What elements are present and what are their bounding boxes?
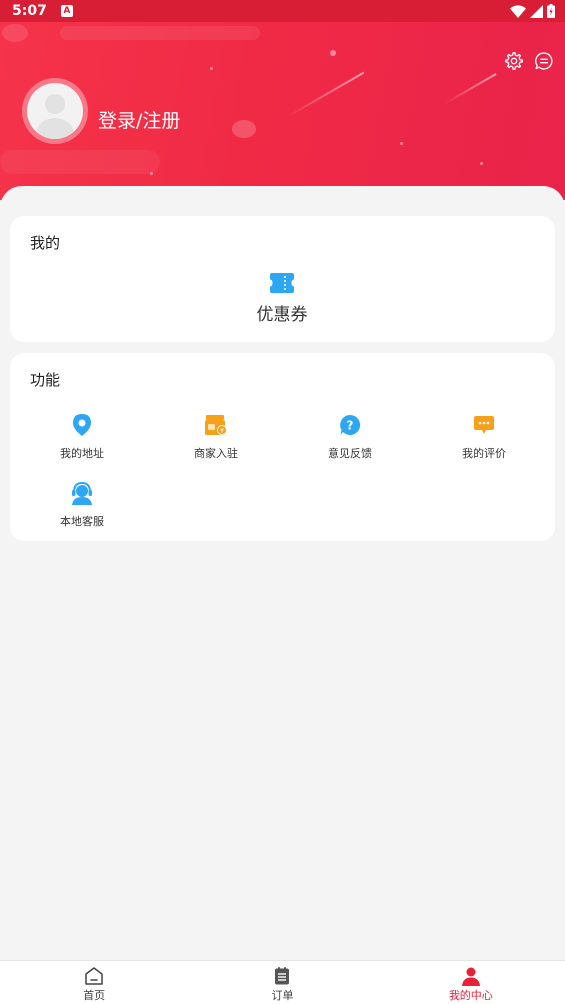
customer-service-icon: [72, 481, 92, 505]
content-area: 我的 优惠券 功能 我的地址 ¥ 商家入驻 ? 意见反馈 我的评价 本地客服: [0, 186, 565, 960]
svg-text:¥: ¥: [220, 427, 224, 434]
coupon-icon: [270, 273, 294, 293]
cell-signal-icon: [530, 4, 543, 18]
function-card-title: 功能: [30, 371, 61, 389]
battery-icon: [547, 4, 555, 18]
location-pin-icon: [73, 414, 91, 436]
feedback-label: 意见反馈: [328, 447, 372, 460]
message-icon: [535, 52, 553, 70]
header-decoration: [330, 50, 336, 56]
profile-header: 登录/注册: [0, 22, 565, 200]
nav-item-my-center[interactable]: 我的中心: [377, 961, 565, 1004]
feedback-entry[interactable]: ? 意见反馈: [300, 413, 400, 461]
header-decoration: [285, 71, 365, 119]
nav-item-home[interactable]: 首页: [0, 961, 188, 1004]
header-decoration: [210, 67, 213, 70]
settings-button[interactable]: [503, 50, 525, 72]
nav-label-orders: 订单: [271, 989, 294, 1002]
default-user-icon: [35, 94, 75, 139]
my-reviews-entry[interactable]: 我的评价: [434, 413, 534, 461]
merchant-join-label: 商家入驻: [194, 447, 238, 460]
header-decoration: [150, 172, 153, 175]
order-list-icon: [275, 967, 290, 985]
local-service-entry[interactable]: 本地客服: [32, 481, 132, 529]
header-decoration: [232, 120, 256, 138]
header-decoration: [443, 73, 497, 105]
status-bar: 5:07 A: [0, 0, 565, 22]
profile-icon: [461, 967, 480, 986]
header-decoration: [0, 150, 160, 174]
bottom-nav: 首页 订单 我的中心: [0, 960, 565, 1004]
merchant-store-icon: ¥: [205, 415, 227, 435]
avatar-image: [27, 83, 83, 139]
coupon-entry[interactable]: 优惠券: [232, 272, 332, 325]
chat-bubble-icon: [474, 416, 494, 434]
wifi-icon: [510, 4, 526, 18]
mine-card: 我的 优惠券: [10, 216, 555, 342]
my-address-label: 我的地址: [60, 447, 104, 460]
svg-text:?: ?: [347, 419, 354, 433]
my-reviews-label: 我的评价: [462, 447, 506, 460]
question-icon: ?: [340, 414, 361, 435]
header-decoration: [60, 26, 260, 40]
mine-card-title: 我的: [30, 234, 61, 252]
nav-label-home: 首页: [83, 989, 106, 1002]
nav-item-orders[interactable]: 订单: [188, 961, 376, 1004]
avatar[interactable]: [22, 78, 88, 144]
header-decoration: [480, 162, 483, 165]
login-register-link[interactable]: 登录/注册: [98, 106, 180, 133]
header-decoration: [400, 142, 403, 145]
status-time: 5:07: [12, 3, 47, 19]
merchant-join-entry[interactable]: ¥ 商家入驻: [166, 413, 266, 461]
function-card: 功能 我的地址 ¥ 商家入驻 ? 意见反馈 我的评价 本地客服: [10, 353, 555, 541]
notification-badge: A: [60, 5, 73, 17]
coupon-label: 优惠券: [256, 305, 308, 325]
local-service-label: 本地客服: [60, 515, 104, 528]
my-address-entry[interactable]: 我的地址: [32, 413, 132, 461]
header-decoration: [2, 24, 28, 42]
messages-button[interactable]: [533, 50, 555, 72]
nav-label-my-center: 我的中心: [448, 989, 493, 1002]
gear-icon: [505, 52, 523, 71]
home-icon: [85, 967, 103, 985]
